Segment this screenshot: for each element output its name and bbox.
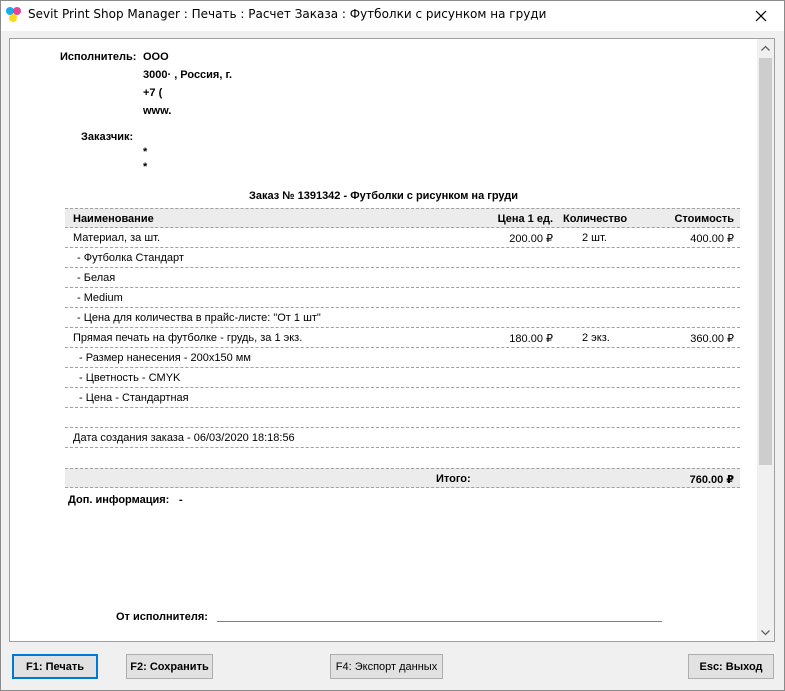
contractor-line-4: www.	[143, 105, 172, 117]
customer-line-2: *	[143, 161, 148, 173]
column-header-price: Цена 1 ед.	[497, 213, 553, 225]
contractor-line-2: 3000· , Россия, г.	[143, 69, 233, 81]
table-row: Прямая печать на футболке - грудь, за 1 …	[65, 328, 740, 348]
item-detail: - Размер нанесения - 200x150 мм	[79, 352, 251, 364]
title-bar[interactable]: Sevit Print Shop Manager : Печать : Расч…	[1, 1, 784, 31]
item-detail: - Футболка Стандарт	[77, 252, 184, 264]
vertical-scrollbar[interactable]	[757, 39, 774, 641]
customer-line-1: *	[143, 146, 148, 158]
print-preview-window: Sevit Print Shop Manager : Печать : Расч…	[0, 0, 785, 691]
extra-info-value: -	[179, 494, 183, 506]
total-label: Итого:	[436, 473, 471, 485]
scroll-up-button[interactable]	[757, 39, 774, 56]
scroll-down-button[interactable]	[757, 624, 774, 641]
contractor-line-1: ООО	[143, 51, 169, 63]
created-date: Дата создания заказа - 06/03/2020 18:18:…	[73, 432, 295, 444]
item-name: Прямая печать на футболке - грудь, за 1 …	[73, 332, 303, 344]
app-logo-icon	[6, 7, 22, 23]
total-value: 760.00 ₽	[689, 474, 734, 486]
contractor-line-3: +7 (	[143, 87, 163, 99]
chevron-up-icon	[761, 45, 770, 51]
chevron-down-icon	[761, 629, 770, 635]
item-detail: - Medium	[77, 292, 123, 304]
item-price: 180.00 ₽	[509, 333, 553, 345]
item-detail: - Цена - Стандартная	[79, 392, 189, 404]
created-date-row: Дата создания заказа - 06/03/2020 18:18:…	[65, 428, 740, 448]
table-row: Материал, за шт. 200.00 ₽ 2 шт. 400.00 ₽	[65, 228, 740, 248]
table-header-row: Наименование Цена 1 ед. Количество Стоим…	[65, 208, 740, 228]
contractor-label: Исполнитель:	[60, 51, 137, 63]
item-cost: 400.00 ₽	[690, 233, 734, 245]
extra-info-label: Доп. информация:	[68, 494, 170, 506]
table-row-detail: - Белая	[65, 268, 740, 288]
item-cost: 360.00 ₽	[690, 333, 734, 345]
column-header-cost: Стоимость	[674, 213, 734, 225]
table-row-detail: - Medium	[65, 288, 740, 308]
window-title: Sevit Print Shop Manager : Печать : Расч…	[28, 7, 547, 21]
order-title: Заказ № 1391342 - Футболки с рисунком на…	[248, 190, 518, 202]
item-price: 200.00 ₽	[509, 233, 553, 245]
column-header-qty: Количество	[563, 213, 628, 225]
table-row-detail: - Цена для количества в прайс-листе: "От…	[65, 308, 740, 328]
exit-button[interactable]: Esc: Выход	[688, 654, 774, 679]
close-button[interactable]	[738, 1, 784, 31]
table-row-detail: - Цена - Стандартная	[65, 388, 740, 408]
table-row-detail: - Размер нанесения - 200x150 мм	[65, 348, 740, 368]
signature-line	[217, 621, 662, 622]
total-row: Итого: 760.00 ₽	[65, 468, 740, 488]
scroll-thumb[interactable]	[759, 58, 772, 465]
close-icon	[755, 10, 767, 22]
document-frame: Исполнитель: ООО 3000· , Россия, г. +7 (…	[9, 38, 775, 642]
item-qty: 2 экз.	[582, 332, 610, 344]
item-name: Материал, за шт.	[73, 232, 161, 244]
signature-label: От исполнителя:	[116, 611, 208, 623]
document-page[interactable]: Исполнитель: ООО 3000· , Россия, г. +7 (…	[10, 39, 757, 641]
order-table: Наименование Цена 1 ед. Количество Стоим…	[65, 208, 740, 488]
table-row-detail: - Цветность - CMYK	[65, 368, 740, 388]
export-button[interactable]: F4: Экспорт данных	[330, 654, 443, 679]
table-row-detail: - Футболка Стандарт	[65, 248, 740, 268]
item-detail: - Белая	[77, 272, 116, 284]
item-detail: - Цветность - CMYK	[79, 372, 181, 384]
customer-label: Заказчик:	[81, 131, 134, 143]
item-detail: - Цена для количества в прайс-листе: "От…	[77, 312, 321, 324]
save-button[interactable]: F2: Сохранить	[126, 654, 213, 679]
table-row-empty	[65, 408, 740, 428]
item-qty: 2 шт.	[582, 232, 607, 244]
print-button[interactable]: F1: Печать	[12, 654, 98, 679]
column-header-name: Наименование	[73, 213, 154, 225]
